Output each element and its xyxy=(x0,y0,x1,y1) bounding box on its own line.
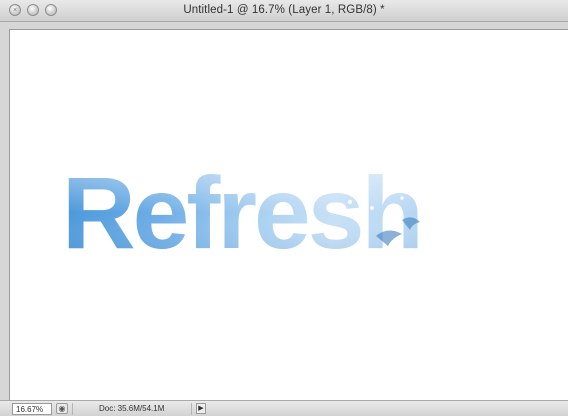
document-window: × Untitled-1 @ 16.7% (Layer 1, RGB/8) * xyxy=(0,0,568,416)
window-title: Untitled-1 @ 16.7% (Layer 1, RGB/8) * xyxy=(183,4,385,16)
status-bar: 16.67% ◉ Doc: 35.6M/54.1M ▶ xyxy=(0,400,568,416)
artwork: Refresh Refresh xyxy=(62,156,424,270)
title-bar[interactable]: × Untitled-1 @ 16.7% (Layer 1, RGB/8) * xyxy=(0,0,568,22)
triangle-right-icon[interactable]: ▶ xyxy=(196,403,206,414)
globe-icon[interactable]: ◉ xyxy=(56,403,68,414)
canvas-left-gutter xyxy=(0,22,9,400)
canvas-top-gutter xyxy=(0,22,568,29)
artwork-text-shine: Refresh xyxy=(62,156,421,270)
canvas[interactable]: Refresh Refresh xyxy=(9,29,568,400)
zoom-level-field[interactable]: 16.67% xyxy=(12,403,52,415)
document-info: Doc: 35.6M/54.1M xyxy=(72,403,192,415)
